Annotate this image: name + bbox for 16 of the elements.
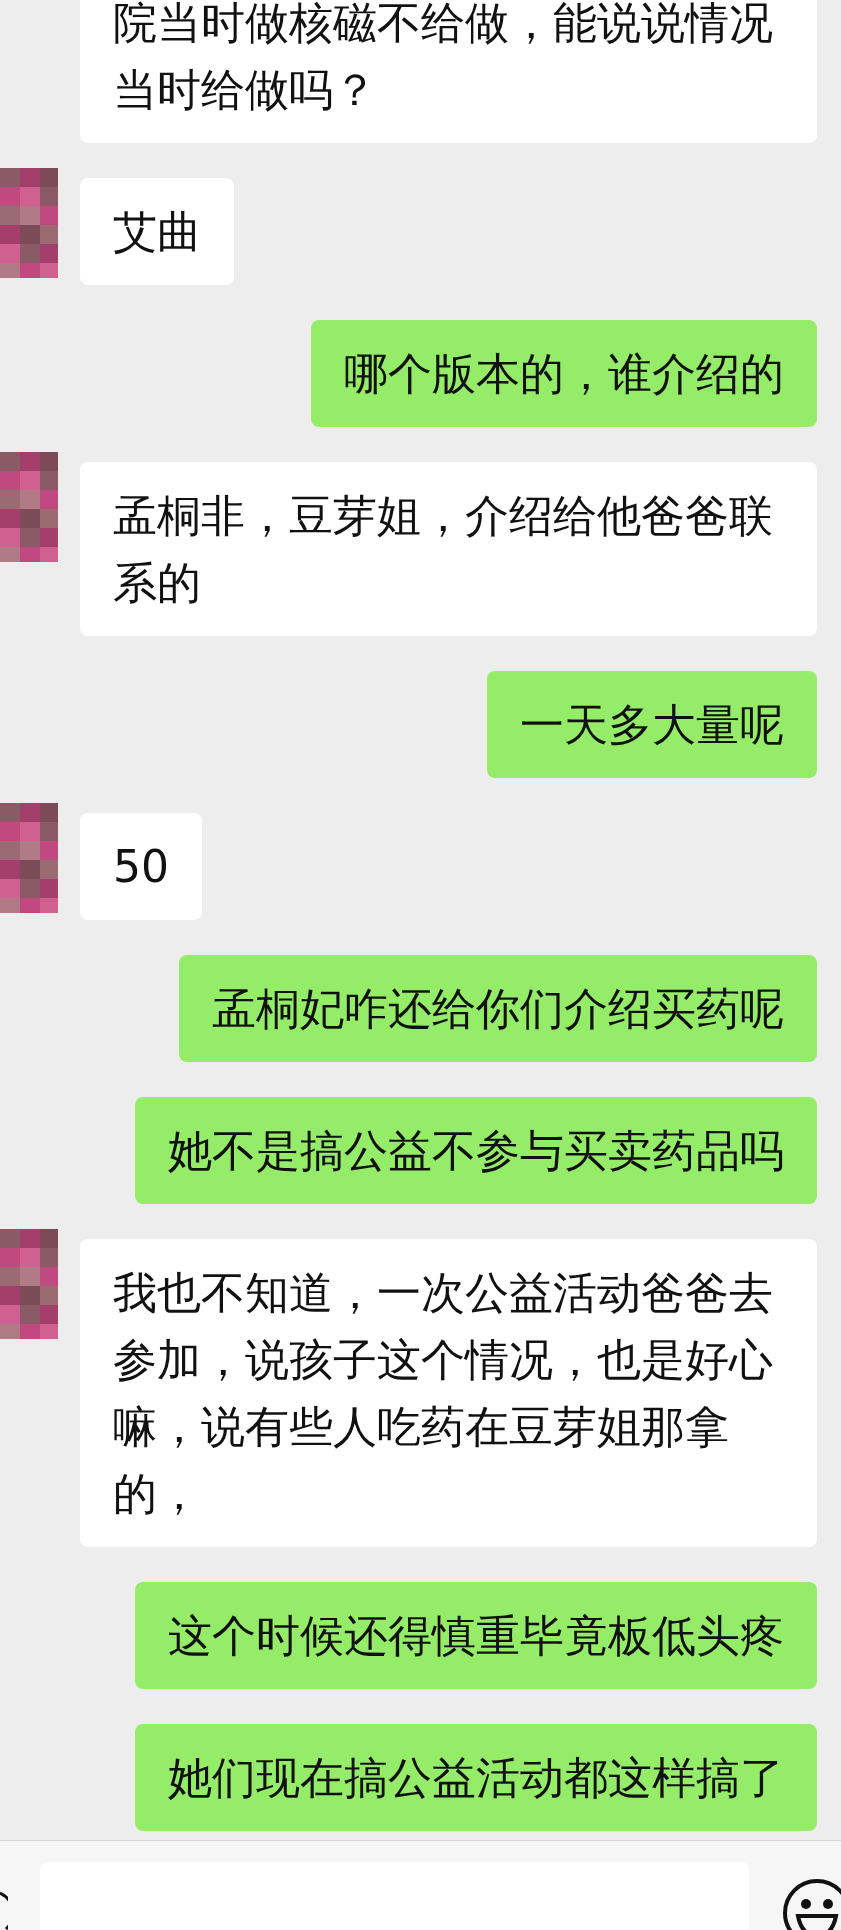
sent-message-bubble: 她们现在搞公益活动都这样搞了 — [135, 1724, 817, 1831]
sent-message-bubble: 这个时候还得慎重毕竟板低头疼 — [135, 1582, 817, 1689]
avatar[interactable] — [0, 803, 58, 913]
avatar[interactable] — [0, 452, 58, 562]
avatar[interactable] — [0, 1229, 58, 1339]
sent-message-bubble: 孟桐妃咋还给你们介绍买药呢 — [179, 955, 817, 1062]
received-message-bubble: 院当时做核磁不给做，能说说情况当时给做吗？ — [80, 0, 817, 143]
received-message-bubble: 50 — [80, 813, 202, 920]
voice-icon[interactable] — [0, 1891, 8, 1930]
sent-message-bubble: 她不是搞公益不参与买卖药品吗 — [135, 1097, 817, 1204]
received-message-bubble: 艾曲 — [80, 178, 234, 285]
sent-message-bubble: 哪个版本的，谁介绍的 — [311, 320, 817, 427]
received-message-bubble: 孟桐非，豆芽姐，介绍给他爸爸联系的 — [80, 462, 817, 636]
sent-message-bubble: 一天多大量呢 — [487, 671, 817, 778]
received-message-bubble: 我也不知道，一次公益活动爸爸去参加，说孩子这个情况，也是好心嘛，说有些人吃药在豆芽姐那拿的， — [80, 1239, 817, 1547]
avatar[interactable] — [0, 168, 58, 278]
